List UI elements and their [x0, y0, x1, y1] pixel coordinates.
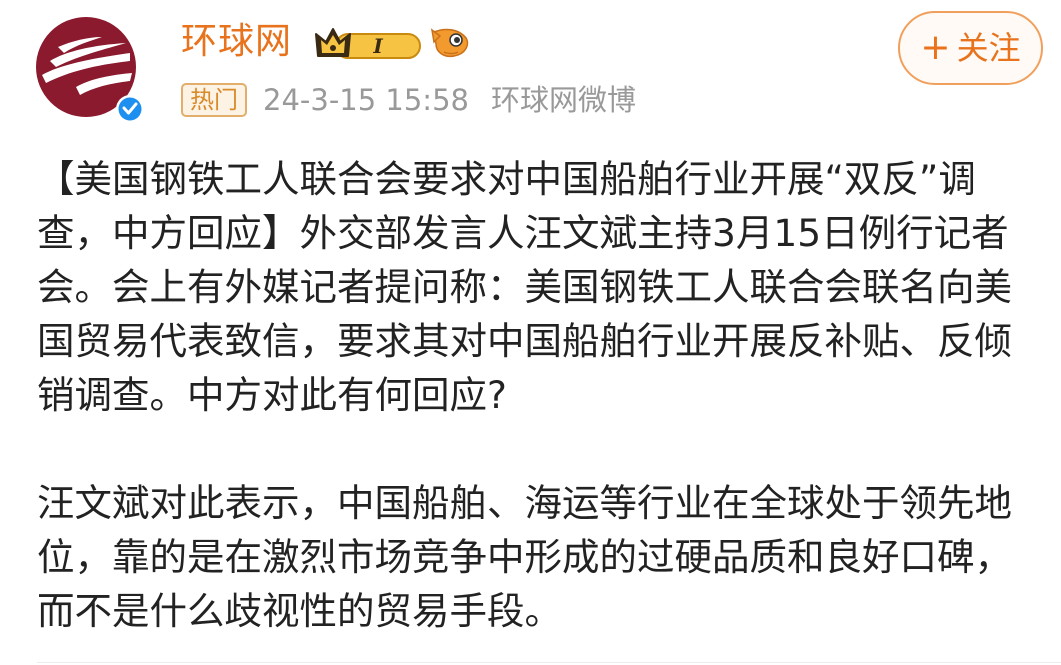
- follow-button-label: 关注: [956, 29, 1021, 67]
- divider: [37, 662, 1061, 663]
- post-time[interactable]: 24-3-15 15:58: [263, 82, 469, 118]
- post-source: 环球网微博: [490, 83, 636, 117]
- crown-vip-badge-icon[interactable]: I: [314, 24, 422, 64]
- verified-badge-icon: [118, 97, 142, 121]
- fish-fan-badge-icon[interactable]: [430, 24, 472, 62]
- hot-tag[interactable]: 热门: [181, 83, 247, 117]
- author-name[interactable]: 环球网: [181, 18, 292, 66]
- post-header: 环球网 I + 关注 热门 24-3-15 15:58 环球网微博: [0, 0, 1061, 140]
- plus-icon: +: [920, 27, 951, 68]
- author-avatar[interactable]: [36, 17, 142, 123]
- vip-level-text: I: [372, 34, 383, 58]
- follow-button[interactable]: + 关注: [898, 11, 1043, 85]
- post-paragraph: 【美国钢铁工人联合会要求对中国船舶行业开展“双反”调查，中方回应】外交部发言人汪…: [37, 157, 1012, 417]
- post-meta: 热门 24-3-15 15:58 环球网微博: [181, 82, 636, 122]
- post-paragraph: 汪文斌对此表示，中国船舶、海运等行业在全球处于领先地位，靠的是在激烈市场竞争中形…: [37, 481, 1012, 633]
- post-body[interactable]: 【美国钢铁工人联合会要求对中国船舶行业开展“双反”调查，中方回应】外交部发言人汪…: [37, 152, 1037, 638]
- globe-logo-avatar-icon: [36, 17, 142, 123]
